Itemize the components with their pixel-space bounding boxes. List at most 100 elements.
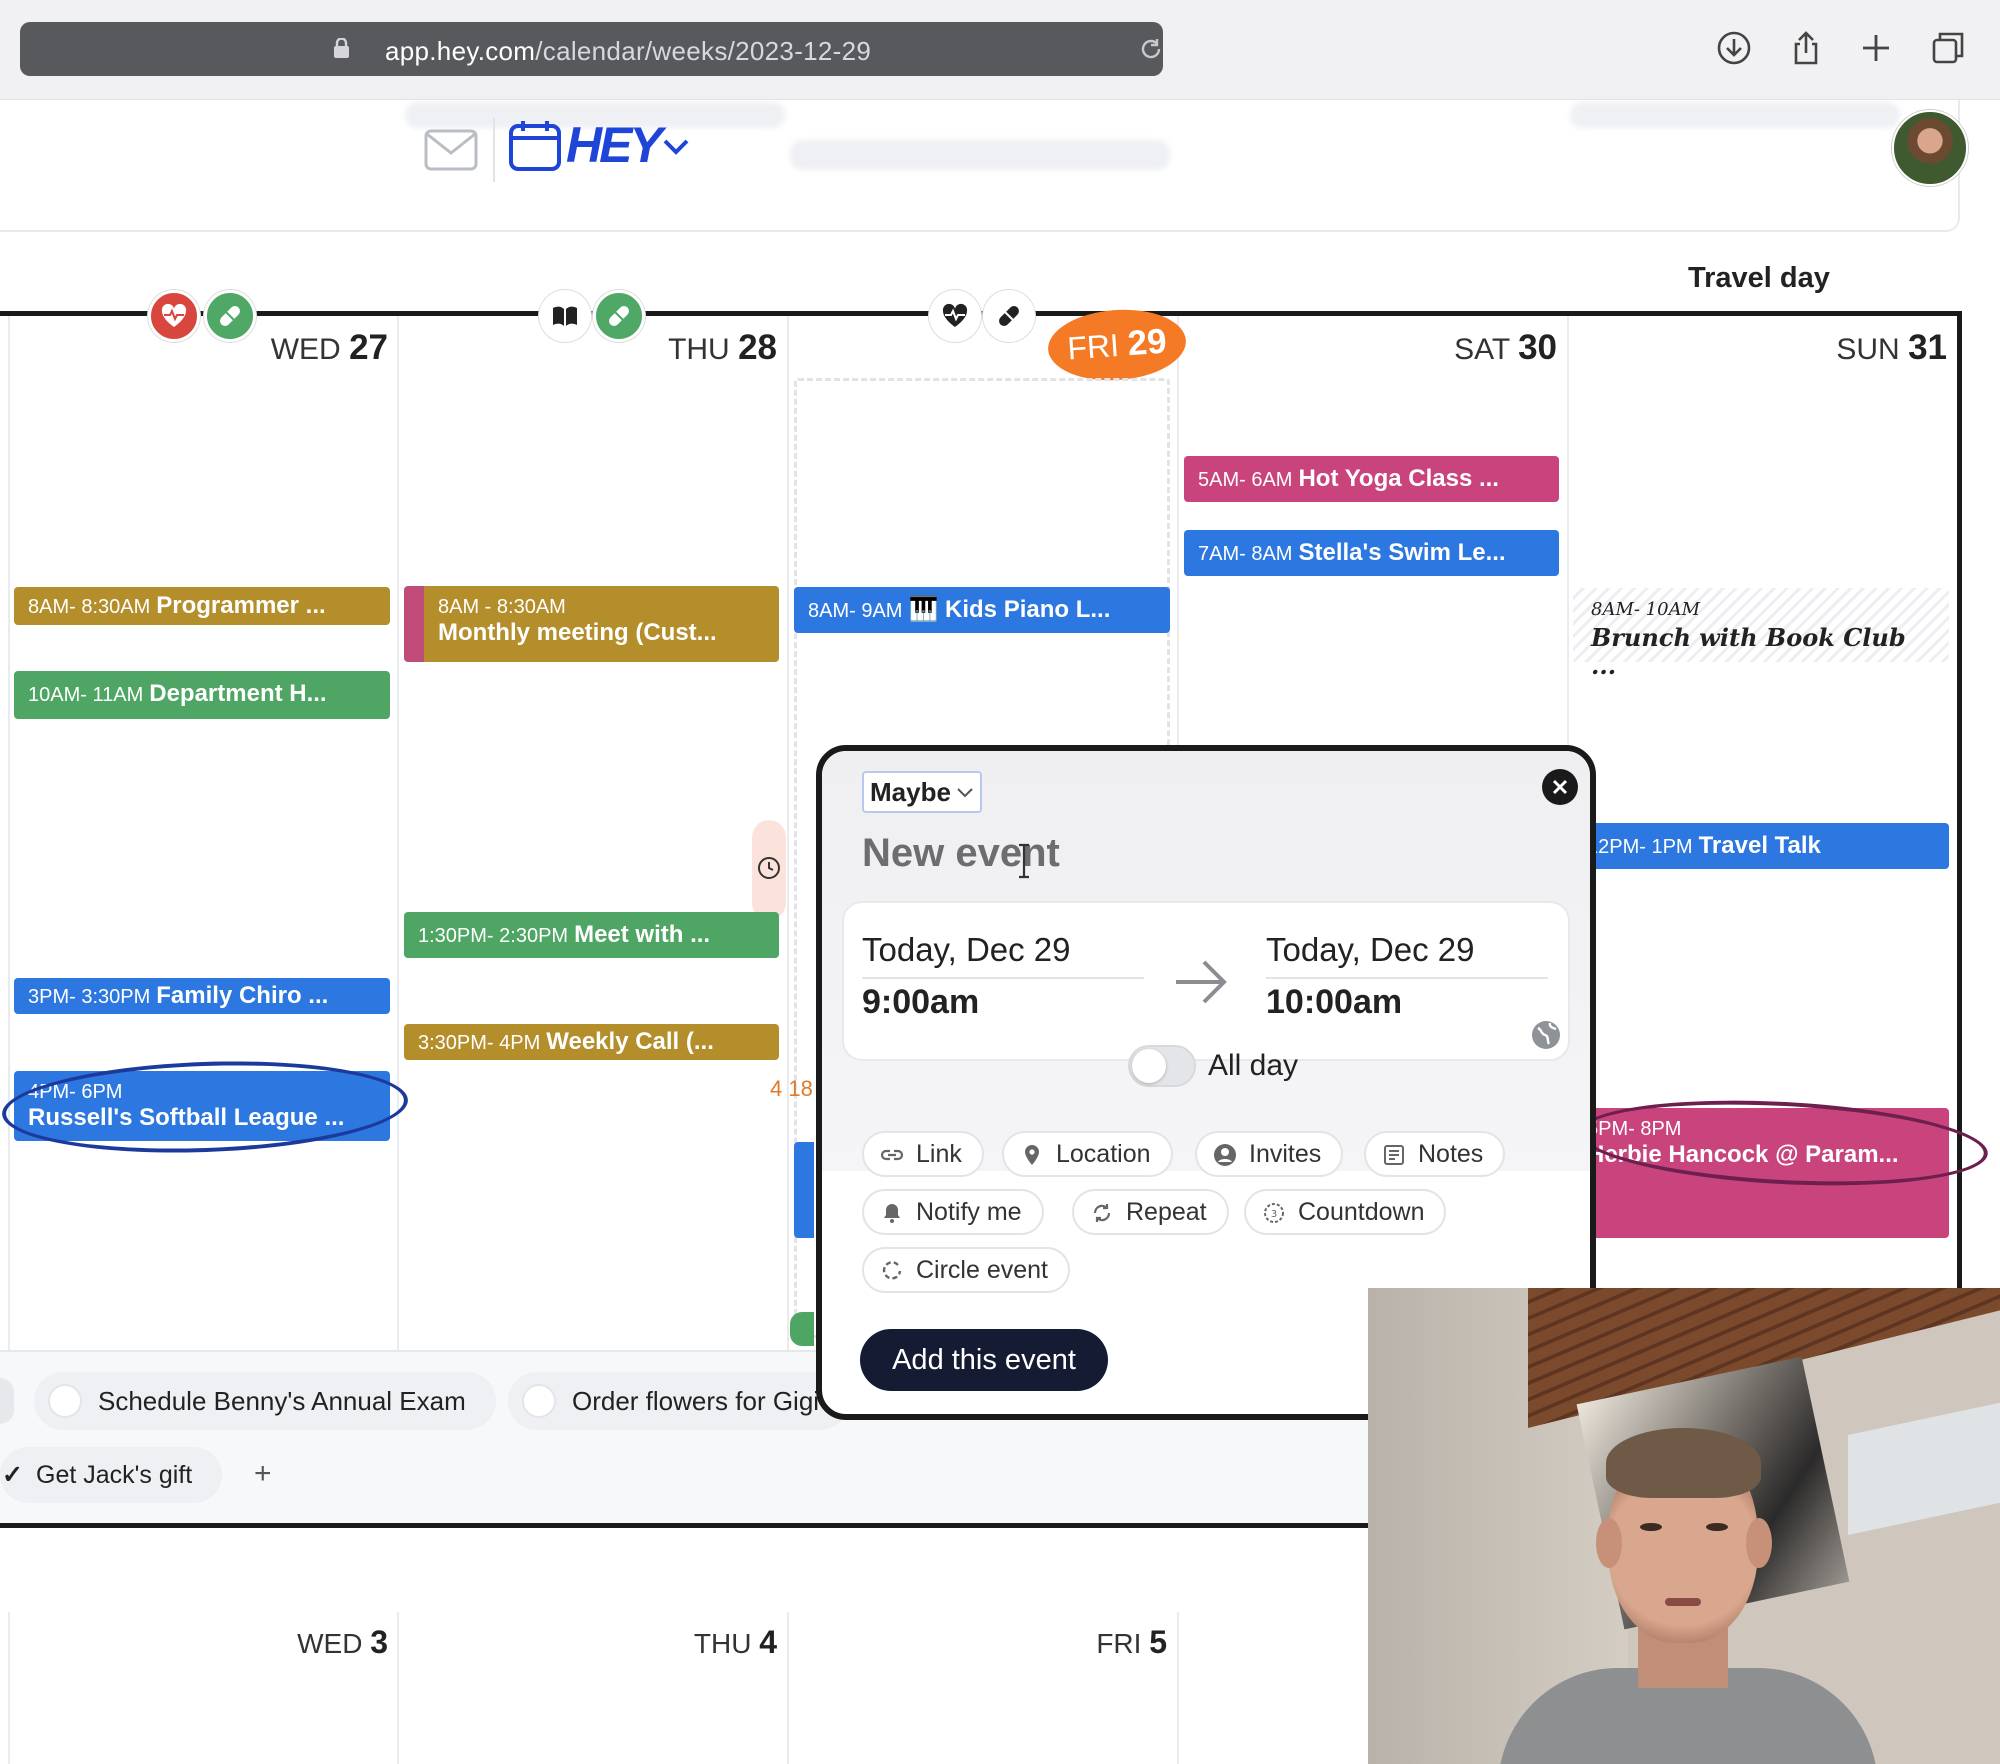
task-label: Schedule Benny's Annual Exam <box>98 1386 466 1416</box>
event-stella-swim[interactable]: 7AM- 8AM Stella's Swim Le... <box>1184 530 1559 576</box>
close-button[interactable] <box>1542 769 1578 805</box>
start-date-field[interactable]: Today, Dec 29 <box>862 931 1071 969</box>
task-item[interactable]: Order flowers for Gigi <box>508 1372 850 1430</box>
invites-option-button[interactable]: Invites <box>1195 1131 1344 1177</box>
task-checkbox[interactable] <box>48 1384 82 1418</box>
event-title: Monthly meeting (Cust... <box>438 619 717 646</box>
event-title: Hot Yoga Class ... <box>1298 465 1499 492</box>
notes-option-button[interactable]: Notes <box>1364 1131 1506 1177</box>
end-date-field[interactable]: Today, Dec 29 <box>1266 931 1475 969</box>
repeat-icon <box>1093 1204 1111 1222</box>
field-underline <box>1266 977 1548 979</box>
presenter-hair <box>1606 1428 1761 1498</box>
add-event-button[interactable]: Add this event <box>860 1329 1108 1391</box>
event-title: Family Chiro ... <box>156 982 329 1009</box>
reload-icon[interactable] <box>1138 36 1164 62</box>
url-path: /calendar/weeks/2023-12-29 <box>535 36 872 66</box>
day-header-sun[interactable]: SUN 31 <box>1647 328 1947 368</box>
event-time: 1:30PM- 2:30PM <box>418 925 569 947</box>
date-time-card: Today, Dec 29 9:00am Today, Dec 29 10:00… <box>842 901 1570 1061</box>
circle-event-option-button[interactable]: Circle event <box>862 1247 1070 1293</box>
browser-toolbar: app.hey.com/calendar/weeks/2023-12-29 <box>0 0 2000 100</box>
day-number: 27 <box>349 328 388 367</box>
tabs-icon[interactable] <box>1930 30 1966 66</box>
share-icon[interactable] <box>1788 30 1824 66</box>
option-label: Circle event <box>916 1256 1048 1284</box>
event-meet-with[interactable]: 1:30PM- 2:30PM Meet with ... <box>404 912 779 958</box>
start-time-field[interactable]: 9:00am <box>862 983 979 1022</box>
avatar[interactable] <box>1892 110 1968 186</box>
column-divider <box>1177 1612 1179 1764</box>
header-divider <box>493 118 495 182</box>
event-time: 7AM- 8AM <box>1198 543 1293 565</box>
event-brunch-book-club[interactable]: 8AM- 10AM Brunch with Book Club ... <box>1573 588 1949 680</box>
event-travel-talk[interactable]: 12PM- 1PM Travel Talk <box>1573 823 1949 869</box>
link-option-button[interactable]: Link <box>862 1131 984 1177</box>
end-time-field[interactable]: 10:00am <box>1266 983 1402 1022</box>
day-header-wed[interactable]: WED 27 <box>88 328 388 368</box>
mail-icon[interactable] <box>424 127 478 173</box>
option-label: Notify me <box>916 1198 1022 1226</box>
task-label: Order flowers for Gigi <box>572 1386 820 1416</box>
task-item-partial[interactable] <box>0 1378 14 1424</box>
add-task-button[interactable]: + <box>254 1457 272 1491</box>
heart-rate-icon[interactable] <box>929 290 981 342</box>
all-day-toggle[interactable] <box>1128 1045 1196 1087</box>
event-title: Programmer ... <box>156 592 326 619</box>
event-weekly-call[interactable]: 3:30PM- 4PM Weekly Call (... <box>404 1024 779 1060</box>
reminder-marker[interactable] <box>752 820 786 920</box>
day-header-next-fri[interactable]: FRI 5 <box>967 1624 1167 1661</box>
chevron-down-icon[interactable] <box>662 136 690 156</box>
day-header-sat[interactable]: SAT 30 <box>1257 328 1557 368</box>
day-number: 30 <box>1518 328 1557 367</box>
presenter-ear <box>1746 1518 1772 1568</box>
link-icon <box>880 1149 904 1161</box>
location-option-button[interactable]: Location <box>1002 1131 1173 1177</box>
url-host: app.hey.com <box>385 36 536 66</box>
event-partial[interactable] <box>794 1142 814 1238</box>
day-header-thu[interactable]: THU 28 <box>477 328 777 368</box>
event-partial[interactable] <box>790 1312 814 1346</box>
download-icon[interactable] <box>1716 30 1752 66</box>
address-bar[interactable]: app.hey.com/calendar/weeks/2023-12-29 <box>20 22 1163 76</box>
day-header-next-thu[interactable]: THU 4 <box>577 1624 777 1661</box>
countdown-option-button[interactable]: 3 Countdown <box>1244 1189 1447 1235</box>
column-divider <box>787 316 789 1351</box>
event-monthly-meeting[interactable]: 8AM - 8:30AM Monthly meeting (Cust... <box>404 586 779 662</box>
event-title: Department H... <box>149 680 327 707</box>
event-kids-piano[interactable]: 8AM- 9AM 🎹 Kids Piano L... <box>794 587 1170 633</box>
location-icon <box>1025 1145 1039 1165</box>
pill-icon[interactable] <box>983 290 1035 342</box>
day-name: SUN <box>1836 333 1900 366</box>
globe-icon[interactable] <box>1530 1019 1562 1051</box>
event-family-chiro[interactable]: 3PM- 3:30PM Family Chiro ... <box>14 978 390 1014</box>
lock-icon <box>334 38 349 58</box>
event-hot-yoga[interactable]: 5AM- 6AM Hot Yoga Class ... <box>1184 456 1559 502</box>
event-title: Travel Talk <box>1698 832 1821 859</box>
hey-logo[interactable]: HEY <box>566 116 663 174</box>
option-label: Countdown <box>1298 1198 1425 1226</box>
new-tab-icon[interactable] <box>1858 30 1894 66</box>
day-header-next-wed[interactable]: WED 3 <box>188 1624 388 1661</box>
event-time: 8AM- 8:30AM <box>28 596 151 618</box>
option-label: Link <box>916 1140 962 1168</box>
event-time: 8AM- 9AM <box>808 600 903 622</box>
repeat-option-button[interactable]: Repeat <box>1072 1189 1229 1235</box>
toggle-knob <box>1132 1049 1166 1083</box>
overflow-count[interactable]: 4 18 <box>770 1076 813 1102</box>
task-item[interactable]: Schedule Benny's Annual Exam <box>34 1372 496 1430</box>
blurred-background-text <box>790 140 1170 170</box>
calendar-icon[interactable] <box>508 118 562 172</box>
task-label: Get Jack's gift <box>36 1461 193 1489</box>
blurred-background-text <box>1570 102 1900 128</box>
task-item-completed[interactable]: ✓ Get Jack's gift <box>0 1447 223 1503</box>
event-department[interactable]: 10AM- 11AM Department H... <box>14 671 390 719</box>
check-icon: ✓ <box>2 1461 23 1489</box>
event-time: 3:30PM- 4PM <box>418 1032 541 1054</box>
status-select[interactable]: Maybe <box>862 771 982 813</box>
event-time: 8AM- 10AM <box>1591 599 1701 620</box>
notify-option-button[interactable]: Notify me <box>862 1189 1044 1235</box>
task-checkbox[interactable] <box>522 1384 556 1418</box>
event-programmer[interactable]: 8AM- 8:30AM Programmer ... <box>14 587 390 625</box>
notes-icon <box>1384 1145 1404 1165</box>
